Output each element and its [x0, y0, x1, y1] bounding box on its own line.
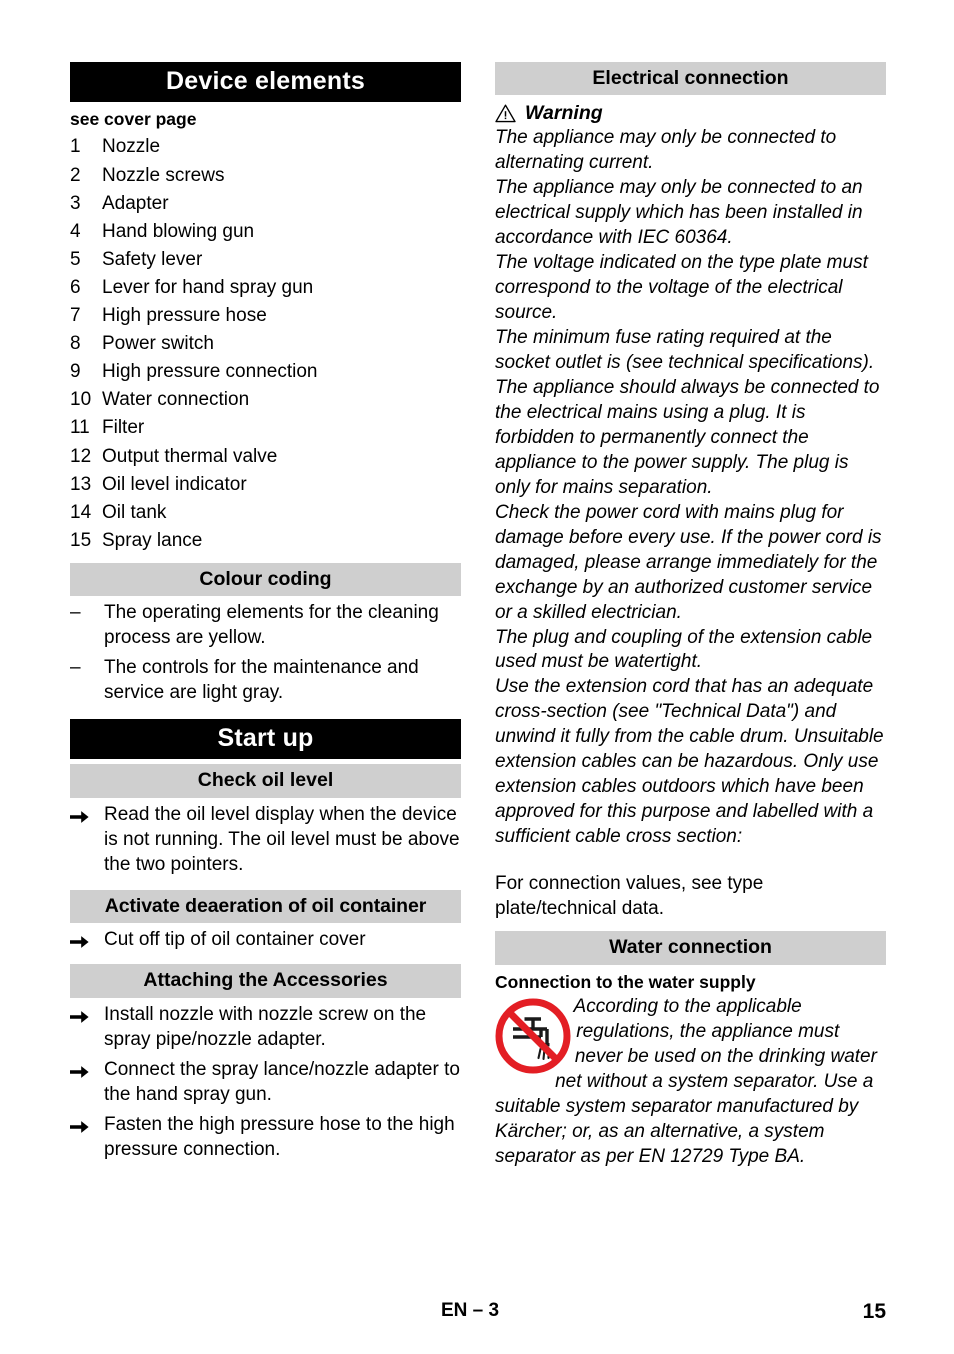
item-label: Lever for hand spray gun — [102, 276, 314, 298]
section-heading-activate-deaeration: Activate deaeration of oil container — [70, 889, 461, 924]
electrical-paragraph: The appliance may only be connected to a… — [495, 126, 837, 173]
list-item: 15 Spray lance — [70, 527, 461, 555]
colour-coding-bullet: – The operating elements for the cleanin… — [70, 601, 461, 651]
step-text: Connect the spray lance/nozzle adapter t… — [104, 1058, 460, 1105]
electrical-closing-note: For connection values, see type plate/te… — [495, 873, 764, 920]
electrical-paragraph: The appliance may only be connected to a… — [495, 176, 863, 248]
item-number: 14 — [70, 501, 92, 523]
item-number: 5 — [70, 248, 81, 270]
item-label: High pressure hose — [102, 305, 267, 327]
document-page: Device elements see cover page 1 Nozzle … — [0, 0, 954, 1354]
list-item: 1 Nozzle — [70, 133, 461, 161]
list-item: 10 Water connection — [70, 386, 461, 414]
item-label: Oil tank — [102, 501, 167, 523]
item-number: 6 — [70, 276, 81, 298]
item-label: Water connection — [102, 389, 250, 411]
item-number: 10 — [70, 389, 92, 411]
item-number: 8 — [70, 333, 81, 355]
section-heading-check-oil-level: Check oil level — [70, 764, 461, 798]
list-item: 11 Filter — [70, 414, 461, 442]
item-number: 9 — [70, 361, 81, 383]
item-label: Spray lance — [102, 529, 203, 551]
list-item: 2 Nozzle screws — [70, 162, 461, 190]
arrow-bullet-icon — [70, 803, 104, 878]
step-text: Fasten the high pressure hose to the hig… — [104, 1113, 455, 1160]
item-label: Power switch — [102, 333, 214, 355]
section-heading-electrical-connection: Electrical connection — [495, 62, 886, 96]
attaching-accessories-step: Connect the spray lance/nozzle adapter t… — [70, 1058, 461, 1108]
footer-language-marker: EN – 3 — [440, 1300, 500, 1321]
water-connection-subheading: Connection to the water supply — [495, 971, 756, 992]
activate-deaeration-step: Cut off tip of oil container cover — [70, 928, 461, 953]
list-item: 7 High pressure hose — [70, 302, 461, 330]
colour-coding-bullet: – The controls for the maintenance and s… — [70, 656, 461, 706]
two-column-layout: Device elements see cover page 1 Nozzle … — [70, 62, 886, 1170]
item-number: 1 — [70, 136, 81, 158]
list-item: 4 Hand blowing gun — [70, 218, 461, 246]
item-number: 4 — [70, 220, 81, 242]
arrow-bullet-icon — [70, 928, 104, 953]
check-oil-level-step: Read the oil level display when the devi… — [70, 803, 461, 878]
electrical-paragraph: The appliance should always be connected… — [495, 376, 880, 498]
item-number: 7 — [70, 305, 81, 327]
no-drinking-water-icon — [495, 998, 571, 1074]
left-column: Device elements see cover page 1 Nozzle … — [70, 62, 461, 1170]
list-item: 12 Output thermal valve — [70, 443, 461, 471]
step-text: Install nozzle with nozzle screw on the … — [104, 1003, 427, 1050]
section-heading-water-connection: Water connection — [495, 931, 886, 965]
list-item: 14 Oil tank — [70, 499, 461, 527]
item-label: Adapter — [102, 192, 169, 214]
dash-bullet-icon: – — [70, 602, 81, 624]
electrical-paragraph: Check the power cord with mains plug for… — [495, 501, 882, 623]
attaching-accessories-step: Fasten the high pressure hose to the hig… — [70, 1113, 461, 1163]
footer-page-number: 15 — [862, 1300, 886, 1323]
arrow-bullet-icon — [70, 1058, 104, 1108]
step-text: Read the oil level display when the devi… — [104, 803, 460, 875]
item-label: High pressure connection — [102, 361, 318, 383]
warning-callout: Warning — [495, 102, 886, 125]
electrical-paragraph: The plug and coupling of the extension c… — [495, 626, 873, 673]
arrow-bullet-icon — [70, 1113, 104, 1163]
item-label: Oil level indicator — [102, 473, 247, 495]
list-item: 9 High pressure connection — [70, 358, 461, 386]
arrow-bullet-icon — [70, 1003, 104, 1053]
page-footer: EN – 3 15 — [70, 1300, 886, 1326]
section-heading-colour-coding: Colour coding — [70, 563, 461, 597]
item-label: Nozzle — [102, 136, 161, 158]
warning-triangle-icon — [495, 104, 516, 123]
item-label: Nozzle screws — [102, 164, 225, 186]
list-item: 6 Lever for hand spray gun — [70, 274, 461, 302]
item-label: Output thermal valve — [102, 445, 278, 467]
item-label: Filter — [102, 417, 145, 439]
item-number: 2 — [70, 164, 81, 186]
list-item: 13 Oil level indicator — [70, 471, 461, 499]
dash-bullet-icon: – — [70, 657, 81, 679]
list-item: 8 Power switch — [70, 330, 461, 358]
item-label: Safety lever — [102, 248, 203, 270]
bullet-text: The controls for the maintenance and ser… — [104, 657, 419, 704]
right-column: Electrical connection Warning The applia… — [495, 62, 886, 1170]
attaching-accessories-step: Install nozzle with nozzle screw on the … — [70, 1003, 461, 1053]
device-elements-list: 1 Nozzle 2 Nozzle screws 3 Adapter 4 Han… — [70, 133, 461, 555]
electrical-paragraph: Use the extension cord that has an adequ… — [495, 676, 884, 848]
item-number: 13 — [70, 473, 92, 495]
section-heading-attaching-accessories: Attaching the Accessories — [70, 964, 461, 998]
electrical-paragraph: The minimum fuse rating required at the … — [495, 326, 875, 373]
warning-label: Warning — [525, 102, 603, 125]
bullet-text: The operating elements for the cleaning … — [104, 602, 439, 649]
list-item: 5 Safety lever — [70, 246, 461, 274]
device-elements-lead: see cover page — [70, 109, 197, 129]
item-number: 15 — [70, 529, 92, 551]
electrical-paragraph: The voltage indicated on the type plate … — [495, 251, 868, 323]
section-heading-device-elements: Device elements — [70, 62, 461, 102]
item-number: 12 — [70, 445, 92, 467]
section-heading-start-up: Start up — [70, 719, 461, 760]
water-connection-body-block: According to the applicable regulations,… — [495, 995, 886, 1170]
list-item: 3 Adapter — [70, 190, 461, 218]
step-text: Cut off tip of oil container cover — [104, 929, 366, 951]
item-number: 11 — [70, 417, 90, 439]
item-label: Hand blowing gun — [102, 220, 255, 242]
item-number: 3 — [70, 192, 81, 214]
